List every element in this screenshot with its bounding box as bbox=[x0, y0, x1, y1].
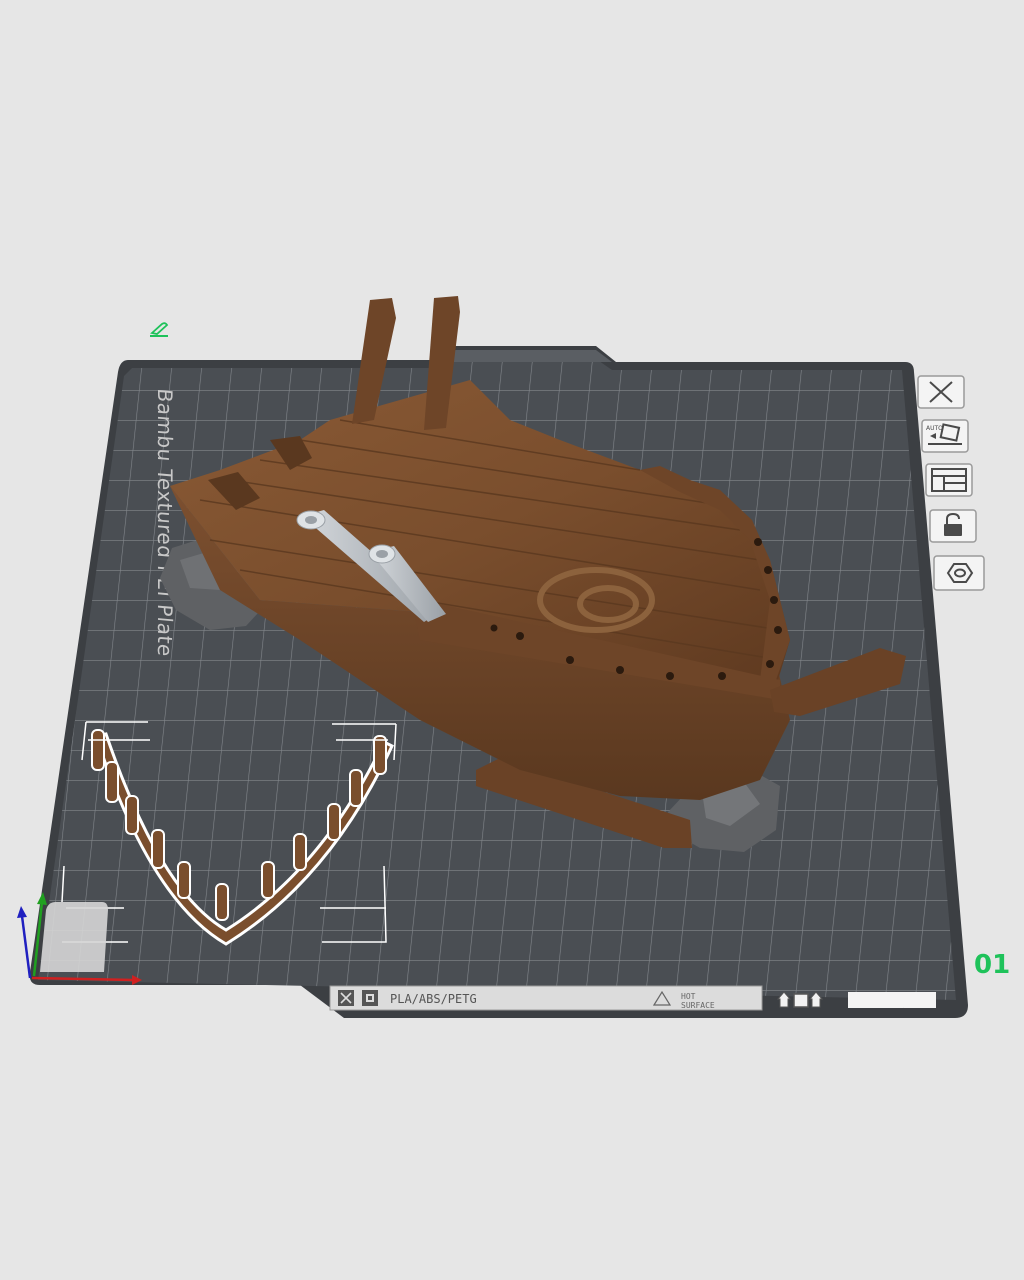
plate-origin-corner bbox=[40, 902, 108, 972]
hot-surface-label-line2: SURFACE bbox=[681, 1001, 715, 1010]
plate-corner-marks bbox=[848, 992, 936, 1008]
3d-viewport[interactable]: Bambu Textured PEI Plate AUTO 01 PLA/ABS… bbox=[0, 0, 1024, 1280]
hot-surface-label-line1: HOT bbox=[681, 992, 696, 1001]
plate-type-icon-b bbox=[362, 990, 378, 1006]
svg-text:AUTO: AUTO bbox=[926, 425, 943, 432]
plate-settings-button[interactable] bbox=[933, 555, 985, 591]
plate-type-icon-a bbox=[338, 990, 354, 1006]
close-plate-button[interactable] bbox=[917, 375, 965, 409]
plate-tab bbox=[440, 350, 612, 362]
edit-plate-name-icon[interactable] bbox=[150, 322, 169, 337]
filament-types-label: PLA/ABS/PETG bbox=[390, 992, 477, 1006]
plate-flip-icon bbox=[776, 991, 824, 1008]
z-axis bbox=[20, 915, 32, 979]
auto-orient-button[interactable]: AUTO bbox=[921, 419, 969, 453]
lock-plate-button[interactable] bbox=[929, 509, 977, 543]
plate-number: 01 bbox=[974, 950, 1010, 980]
arrange-button[interactable] bbox=[925, 463, 973, 497]
plate-label: Bambu Textured PEI Plate bbox=[153, 388, 177, 658]
